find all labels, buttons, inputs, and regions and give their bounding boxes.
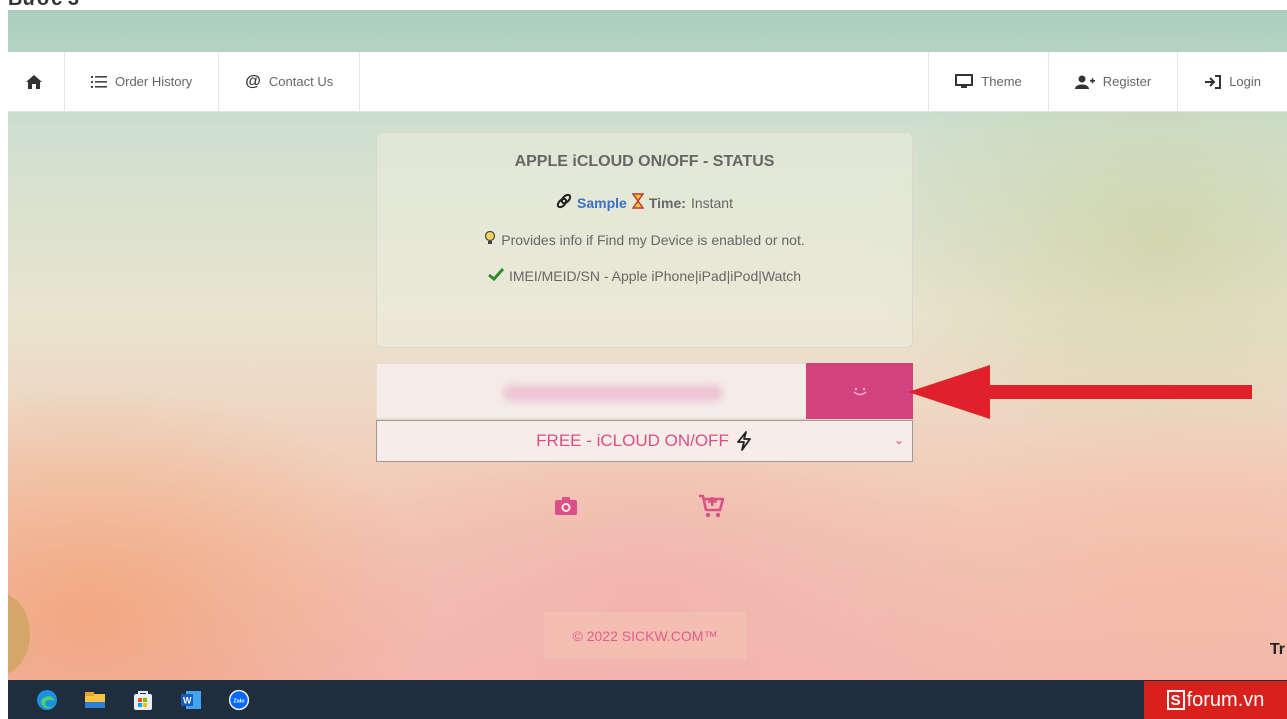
sforum-s-mark: S	[1166, 690, 1185, 710]
support-line: IMEI/MEID/SN - Apple iPhone|iPad|iPod|Wa…	[377, 267, 912, 284]
list-icon	[91, 75, 107, 89]
nav-label: Login	[1229, 74, 1261, 89]
store-icon[interactable]	[132, 689, 154, 711]
selected-service: FREE - iCLOUD ON/OFF	[536, 431, 729, 450]
camera-icon[interactable]	[554, 496, 578, 521]
copyright-text: © 2022 SICKW.COM™	[572, 627, 718, 644]
link-icon	[556, 193, 572, 212]
nav-register[interactable]: Register	[1047, 52, 1177, 111]
sign-in-icon	[1204, 74, 1222, 89]
home-icon	[26, 74, 42, 89]
nav-theme[interactable]: Theme	[928, 52, 1047, 111]
smile-icon	[851, 381, 869, 402]
service-title: APPLE iCLOUD ON/OFF - STATUS	[514, 153, 775, 170]
sample-time-line: Sample Time: Instant	[377, 193, 912, 212]
nav-right-group: Theme Register Login	[928, 52, 1287, 111]
sforum-text: forum.vn	[1186, 688, 1265, 711]
support-text: IMEI/MEID/SN - Apple iPhone|iPad|iPod|Wa…	[508, 267, 802, 284]
blurred-imei-value	[503, 385, 723, 401]
zalo-icon[interactable]: Zalo	[228, 689, 250, 711]
info-text: Provides info if Find my Device is enabl…	[501, 231, 805, 248]
hourglass-icon	[631, 193, 645, 212]
nav-label: Theme	[981, 74, 1022, 89]
lightbulb-icon	[484, 230, 496, 249]
info-line: Provides info if Find my Device is enabl…	[377, 230, 912, 249]
bolt-icon	[735, 431, 753, 451]
edge-icon[interactable]	[36, 689, 58, 711]
service-info-card: APPLE iCLOUD ON/OFF - STATUS Sample Time…	[376, 132, 913, 348]
checkmark-icon	[488, 267, 505, 284]
cart-plus-icon[interactable]	[698, 494, 725, 523]
decorative-blob	[8, 593, 30, 675]
user-plus-icon	[1074, 75, 1095, 89]
sforum-watermark-logo: S forum.vn	[1144, 681, 1287, 719]
sample-link[interactable]: Sample	[577, 195, 627, 211]
file-explorer-icon[interactable]	[84, 689, 106, 711]
nav-login[interactable]: Login	[1177, 52, 1287, 111]
cropped-side-text: Tr	[1269, 641, 1285, 658]
svg-text:W: W	[183, 695, 192, 705]
nav-label: Contact Us	[268, 74, 334, 89]
time-label: Time:	[648, 194, 686, 211]
top-strip: Bước 3	[0, 0, 1287, 10]
nav-order-history[interactable]: Order History	[65, 52, 220, 111]
cropped-heading: Bước 3	[8, 0, 79, 10]
imei-input[interactable]	[376, 363, 806, 419]
taskbar: W Zalo	[8, 680, 1287, 719]
nav-label: Order History	[115, 74, 193, 89]
nav-home[interactable]	[8, 52, 65, 111]
imei-input-group	[376, 363, 913, 419]
red-arrow-annotation	[880, 357, 1260, 432]
word-icon[interactable]: W	[180, 689, 202, 711]
copyright-badge: © 2022 SICKW.COM™	[544, 612, 746, 659]
at-icon: @	[245, 72, 261, 90]
chevron-down-icon: ⌄	[893, 433, 904, 447]
navbar: Order History @ Contact Us Theme Registe…	[8, 52, 1287, 112]
monitor-icon	[955, 74, 974, 89]
service-select[interactable]: FREE - iCLOUD ON/OFF ⌄	[376, 420, 913, 462]
nav-label: Register	[1102, 74, 1152, 89]
nav-contact-us[interactable]: @ Contact Us	[219, 52, 361, 111]
zalo-label: Zalo	[233, 698, 245, 704]
time-value: Instant	[690, 194, 733, 211]
